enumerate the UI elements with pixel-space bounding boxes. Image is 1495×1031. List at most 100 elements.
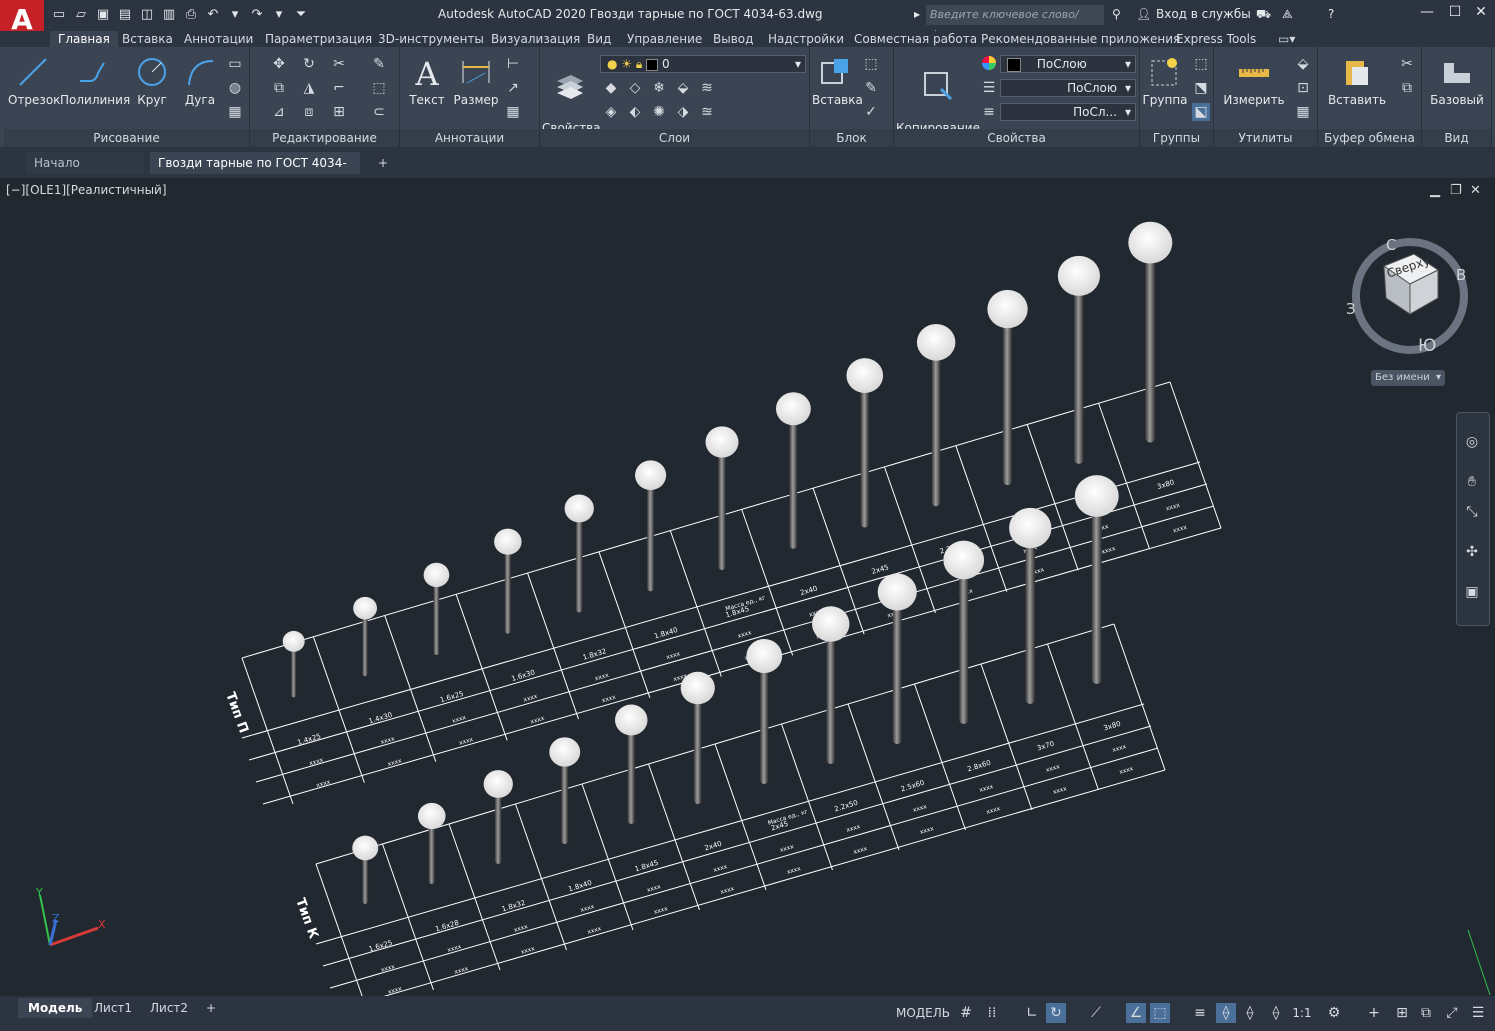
hatch-icon[interactable]: ◍ [226,79,244,97]
tab-collaborate[interactable]: Совместная работа [854,31,977,47]
tab-addins[interactable]: Надстройки [768,31,844,47]
tab-start[interactable]: Начало [26,152,144,174]
user-icon[interactable]: 👤︎ [1136,7,1151,21]
steering-wheel-icon[interactable]: ◎ [1463,433,1481,451]
tab-visualize[interactable]: Визуализация [491,31,580,47]
linetype-dropdown[interactable]: ПоСлою ▾ [1000,79,1136,97]
tab-manage[interactable]: Управление [627,31,702,47]
panel-modify-title[interactable]: Редактирование [250,129,399,147]
annotation-visibility-icon[interactable]: ⟠ [1240,1003,1260,1023]
layer-unlock-icon[interactable]: ⬗ [674,103,692,121]
cut-icon[interactable]: ✂ [1398,55,1416,73]
cart-icon[interactable]: ⛟ [1256,7,1271,23]
panel-utilities-title[interactable]: Утилиты [1214,129,1317,147]
layer-freeze-icon[interactable]: ❄ [650,79,668,97]
erase-icon[interactable]: ✎ [370,55,388,73]
tab-layout1[interactable]: Лист1 [84,998,142,1018]
rectangle-icon[interactable]: ▭ [226,55,244,73]
viewport-restore-icon[interactable]: ❐ [1450,183,1462,198]
leader-icon[interactable]: ↗ [504,79,522,97]
new-icon[interactable]: ▭ [50,6,68,24]
tab-layout2[interactable]: Лист2 [140,998,198,1018]
offset-icon[interactable]: ⊂ [370,103,388,121]
tab-parametric[interactable]: Параметризация [265,31,372,47]
save-as-icon[interactable]: ▤ [116,6,134,24]
arc-tool[interactable]: Дуга [180,55,220,107]
customize-qat-icon[interactable]: ⏷ [292,6,310,24]
snap-icon[interactable]: ⁞⁞ [982,1003,1002,1023]
quick-properties-icon[interactable]: ⧉ [1416,1003,1436,1023]
mirror-icon[interactable]: ◮ [300,79,318,97]
scale-icon[interactable]: ⧈ [300,103,318,121]
new-tab-icon[interactable]: + [370,152,390,174]
workspace-gear-icon[interactable]: ⚙ [1324,1003,1344,1023]
tab-view[interactable]: Вид [587,31,611,47]
tab-output[interactable]: Вывод [713,31,753,47]
redo-icon[interactable]: ↷ [248,6,266,24]
panel-annotation-title[interactable]: Аннотации [400,129,539,147]
help-icon[interactable]: ? [1328,7,1334,21]
search-input[interactable]: Введите ключевое слово/фразу [926,5,1104,41]
trim-icon[interactable]: ✂ [330,55,348,73]
annotation-monitor-icon[interactable]: + [1364,1003,1384,1023]
a360-icon[interactable]: ⟁ [1282,7,1293,22]
explode-icon[interactable]: ⬚ [370,79,388,97]
block-attributes-icon[interactable]: ✓ [862,103,880,121]
redo-dropdown-icon[interactable]: ▾ [270,6,288,24]
compass-north[interactable]: С [1386,236,1396,254]
tab-home[interactable]: Главная [50,31,118,47]
auto-scale-icon[interactable]: ⟠ [1266,1003,1286,1023]
lineweight-dropdown[interactable]: ПоСл... ▾ [1000,103,1136,121]
viewport-close-icon[interactable]: ✕ [1470,183,1481,198]
panel-view-title[interactable]: Вид [1422,129,1491,147]
layer-unisolate-icon[interactable]: ◈ [602,103,620,121]
tab-annotate[interactable]: Аннотации [184,31,253,47]
drawing-viewport[interactable] [4,178,1491,996]
open-icon[interactable]: ▱ [72,6,90,24]
fillet-icon[interactable]: ⌐ [330,79,348,97]
color-wheel-icon[interactable] [980,55,998,73]
linear-dim-icon[interactable]: ⊢ [504,55,522,73]
open-web-icon[interactable]: ▥ [160,6,178,24]
polyline-tool[interactable]: Полилиния [60,55,130,107]
copy-clip-icon[interactable]: ⧉ [1398,79,1416,97]
create-block-icon[interactable]: ⬚ [862,55,880,73]
ungroup-icon[interactable]: ⬚ [1192,55,1210,73]
move-icon[interactable]: ✥ [270,55,288,73]
dimension-tool[interactable]: Размер [452,55,500,107]
search-expand-icon[interactable]: ▸ [914,7,920,21]
polar-icon[interactable]: ↻ [1046,1003,1066,1023]
text-tool[interactable]: A Текст [406,55,448,107]
linetype-icon[interactable]: ☰ [980,79,998,97]
tab-featured-apps[interactable]: Рекомендованные приложения [981,31,1180,47]
ribbon-toggle-icon[interactable]: ▭▾ [1278,31,1295,47]
compass-west[interactable]: З [1346,300,1356,318]
isodraft-icon[interactable]: ⟋ [1086,1003,1106,1023]
tab-insert[interactable]: Вставка [122,31,173,47]
panel-groups-title[interactable]: Группы [1140,129,1213,147]
table-icon[interactable]: ▦ [504,103,522,121]
grid-icon[interactable]: # [956,1003,976,1023]
quick-select-icon[interactable]: ⬙ [1294,55,1312,73]
zoom-icon[interactable]: ⤡ [1463,503,1481,521]
group-edit-icon[interactable]: ⬔ [1192,79,1210,97]
pan-icon[interactable]: ✋︎ [1463,473,1481,491]
layer-previous-icon[interactable]: ≊ [698,103,716,121]
lineweight-toggle-icon[interactable]: ≡ [1190,1003,1210,1023]
undo-icon[interactable]: ↶ [204,6,222,24]
maximize-button[interactable]: ☐ [1444,4,1466,24]
ucs-menu[interactable]: Без имени ▾ [1371,370,1445,386]
print-icon[interactable]: ⎙ [182,6,200,24]
new-layout-icon[interactable]: + [196,998,226,1018]
viewport-minimize-icon[interactable]: ▁ [1430,183,1440,198]
minimize-button[interactable]: — [1416,4,1438,24]
viewcube[interactable]: Сверху С В Ю З [1344,236,1474,366]
signin-button[interactable]: Вход в службы [1156,7,1251,21]
showmotion-icon[interactable]: ▣ [1463,583,1481,601]
circle-tool[interactable]: Круг [132,55,172,107]
tab-model[interactable]: Модель [18,998,93,1018]
panel-clipboard-title[interactable]: Буфер обмена [1318,129,1421,147]
save-icon[interactable]: ▣ [94,6,112,24]
panel-properties-title[interactable]: Свойства [894,129,1139,147]
ortho-icon[interactable]: ∟ [1022,1003,1042,1023]
